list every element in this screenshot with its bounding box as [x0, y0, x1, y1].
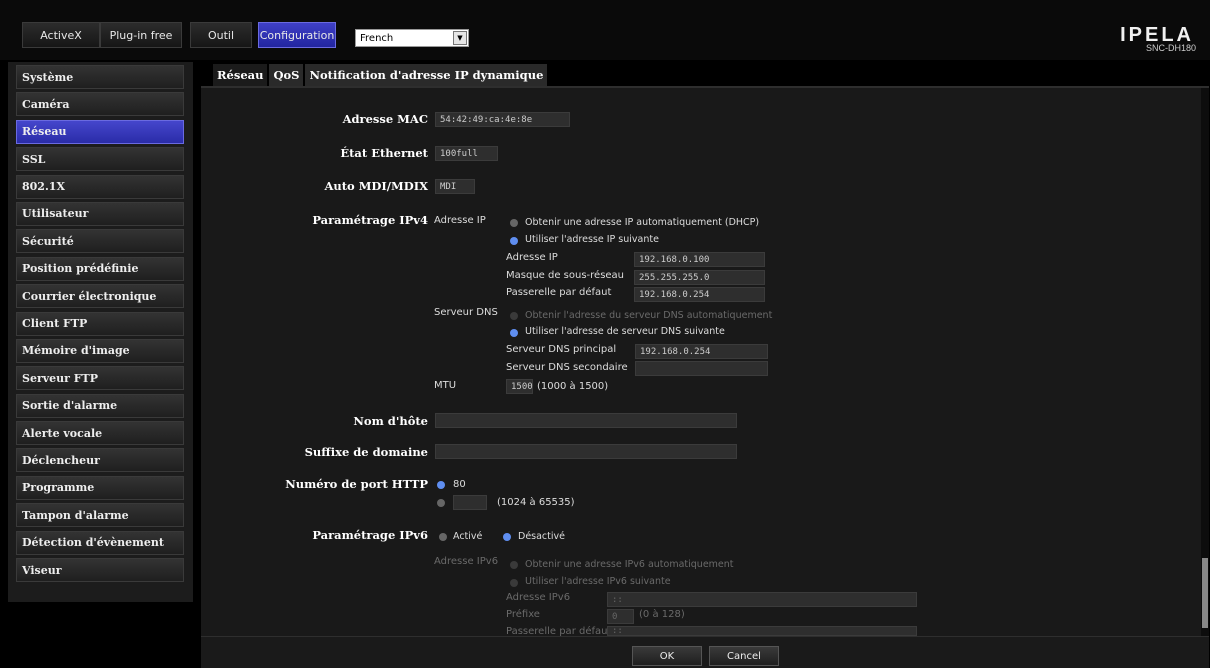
sidebar-item-sortie-alarme[interactable]: Sortie d'alarme — [16, 393, 184, 418]
gateway-input[interactable]: 192.168.0.254 — [634, 287, 765, 302]
sidebar-item-programme[interactable]: Programme — [16, 475, 184, 500]
ipv6-auto-radio[interactable] — [510, 561, 518, 569]
dns-static-radio[interactable] — [510, 329, 518, 337]
vertical-scrollbar[interactable] — [1201, 88, 1209, 636]
mtu-range: (1000 à 1500) — [537, 381, 609, 392]
ip-sub-label: Adresse IP — [434, 215, 486, 226]
dns-static-option-label: Utiliser l'adresse de serveur DNS suivan… — [525, 326, 725, 337]
ipv6-field-label: Adresse IPv6 — [506, 592, 571, 603]
dns-primary-label: Serveur DNS principal — [506, 344, 617, 355]
ethernet-label: État Ethernet — [340, 146, 428, 160]
ipv6-gateway-input[interactable]: :: — [607, 626, 917, 636]
ipv4-label: Paramétrage IPv4 — [312, 213, 428, 227]
dns-secondary-label: Serveur DNS secondaire — [506, 362, 628, 373]
prefix-input[interactable]: 0 — [607, 609, 634, 624]
http-port-label: Numéro de port HTTP — [285, 477, 428, 491]
ipv6-static-radio[interactable] — [510, 579, 518, 587]
ipv6-auto-option-label: Obtenir une adresse IPv6 automatiquement — [525, 559, 734, 570]
sidebar-item-utilisateur[interactable]: Utilisateur — [16, 201, 184, 226]
tab-qos[interactable]: QoS — [269, 64, 304, 86]
domain-suffix-input[interactable] — [435, 444, 737, 459]
ipv6-enable-label: Activé — [453, 531, 483, 542]
prefix-label: Préfixe — [506, 609, 540, 620]
dns-auto-option-label: Obtenir l'adresse du serveur DNS automat… — [525, 310, 773, 321]
sidebar-item-client-ftp[interactable]: Client FTP — [16, 311, 184, 336]
tab-bar: Réseau QoS Notification d'adresse IP dyn… — [213, 64, 549, 86]
sidebar-item-securite[interactable]: Sécurité — [16, 229, 184, 254]
model-name: SNC-DH180 — [1145, 43, 1196, 53]
ip-address-input[interactable]: 192.168.0.100 — [634, 252, 765, 267]
dns-secondary-input[interactable] — [635, 361, 768, 376]
ipv6-static-option-label: Utiliser l'adresse IPv6 suivante — [525, 576, 671, 587]
mdi-value: MDI — [435, 179, 475, 194]
sidebar-item-viseur[interactable]: Viseur — [16, 558, 184, 583]
language-select[interactable]: French ▼ — [355, 29, 469, 47]
tab-configuration[interactable]: Configuration — [258, 22, 336, 48]
sidebar-item-memoire-image[interactable]: Mémoire d'image — [16, 338, 184, 363]
sidebar-item-alerte-vocale[interactable]: Alerte vocale — [16, 421, 184, 446]
tab-reseau[interactable]: Réseau — [213, 64, 268, 86]
tab-plugin-free[interactable]: Plug-in free — [100, 22, 182, 48]
ethernet-value: 100full — [435, 146, 498, 161]
settings-panel: Adresse MAC 54:42:49:ca:4e:8e État Ether… — [201, 86, 1209, 636]
tab-activex[interactable]: ActiveX — [22, 22, 100, 48]
sidebar-item-declencheur[interactable]: Déclencheur — [16, 448, 184, 473]
mac-value: 54:42:49:ca:4e:8e — [435, 112, 570, 127]
http-custom-radio[interactable] — [437, 499, 445, 507]
cancel-button[interactable]: Cancel — [709, 646, 779, 666]
http-range: (1024 à 65535) — [497, 497, 575, 508]
ipv6-enable-radio[interactable] — [439, 533, 447, 541]
chevron-down-icon[interactable]: ▼ — [453, 31, 467, 45]
top-bar: ActiveX Plug-in free Outil Configuration… — [0, 0, 1210, 60]
sidebar-item-reseau[interactable]: Réseau — [16, 119, 184, 144]
dns-auto-radio[interactable] — [510, 312, 518, 320]
ipv6-address-input[interactable]: :: — [607, 592, 917, 607]
mtu-label: MTU — [434, 380, 457, 391]
static-ip-radio[interactable] — [510, 237, 518, 245]
ipv6-disable-label: Désactivé — [518, 531, 565, 542]
mtu-input[interactable]: 1500 — [506, 379, 533, 394]
ok-button[interactable]: OK — [632, 646, 702, 666]
sidebar: Système Caméra Réseau SSL 802.1X Utilisa… — [8, 62, 193, 602]
tab-outil[interactable]: Outil — [190, 22, 252, 48]
sidebar-item-tampon-alarme[interactable]: Tampon d'alarme — [16, 503, 184, 528]
ipv6-address-group-label: Adresse IPv6 — [434, 556, 499, 567]
ipv6-label: Paramétrage IPv6 — [312, 528, 428, 542]
dhcp-radio[interactable] — [510, 219, 518, 227]
dhcp-option-label: Obtenir une adresse IP automatiquement (… — [525, 217, 760, 228]
http-custom-input[interactable] — [453, 495, 487, 510]
static-ip-option-label: Utiliser l'adresse IP suivante — [525, 234, 659, 245]
ipv6-disable-radio[interactable] — [503, 533, 511, 541]
sidebar-item-systeme[interactable]: Système — [16, 65, 184, 89]
sidebar-item-courrier-electronique[interactable]: Courrier électronique — [16, 284, 184, 309]
tab-notification-ip[interactable]: Notification d'adresse IP dynamique — [305, 64, 548, 86]
sidebar-item-serveur-ftp[interactable]: Serveur FTP — [16, 366, 184, 391]
gateway-label: Passerelle par défaut — [506, 287, 612, 298]
language-value: French — [360, 32, 394, 44]
subnet-mask-label: Masque de sous-réseau — [506, 270, 625, 281]
http-default-radio[interactable] — [437, 481, 445, 489]
prefix-range: (0 à 128) — [639, 609, 685, 620]
footer-bar: OK Cancel — [201, 636, 1209, 668]
ipv6-gateway-label: Passerelle par défaut — [506, 626, 612, 636]
ip-address-label: Adresse IP — [506, 252, 558, 263]
sidebar-item-camera[interactable]: Caméra — [16, 92, 184, 117]
hostname-label: Nom d'hôte — [353, 414, 428, 428]
mdi-label: Auto MDI/MDIX — [324, 179, 428, 193]
mac-label: Adresse MAC — [342, 112, 428, 126]
sidebar-item-position-predefinie[interactable]: Position prédéfinie — [16, 256, 184, 281]
scrollbar-thumb[interactable] — [1202, 558, 1208, 628]
dns-primary-input[interactable]: 192.168.0.254 — [635, 344, 768, 359]
sidebar-item-8021x[interactable]: 802.1X — [16, 174, 184, 199]
dns-label: Serveur DNS — [434, 307, 498, 318]
http-default-label: 80 — [453, 479, 466, 490]
sidebar-item-detection-evenement[interactable]: Détection d'évènement — [16, 530, 184, 555]
sidebar-item-ssl[interactable]: SSL — [16, 147, 184, 172]
domain-suffix-label: Suffixe de domaine — [304, 445, 428, 459]
subnet-mask-input[interactable]: 255.255.255.0 — [634, 270, 765, 285]
hostname-input[interactable] — [435, 413, 737, 428]
